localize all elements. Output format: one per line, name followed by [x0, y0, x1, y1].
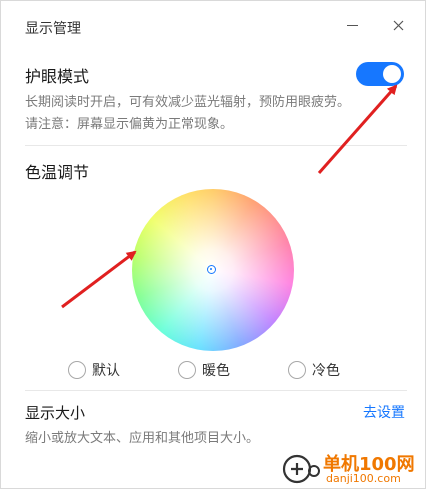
radio-label: 暖色: [202, 363, 230, 379]
minimize-icon: [346, 24, 358, 26]
radio-warm[interactable]: 暖色: [178, 360, 230, 380]
eye-mode-toggle[interactable]: [356, 62, 404, 86]
color-temp-title: 色温调节: [25, 163, 90, 182]
title-bar: 显示管理: [1, 1, 425, 53]
close-icon: [393, 20, 403, 30]
radio-circle: [288, 361, 306, 379]
radio-default[interactable]: 默认: [68, 360, 120, 380]
divider: [25, 145, 407, 146]
toggle-knob: [383, 65, 401, 83]
radio-cool[interactable]: 冷色: [288, 360, 340, 380]
minimize-button[interactable]: [340, 13, 364, 37]
eye-mode-desc-line1: 长期阅读时开启，可有效减少蓝光辐射，预防用眼疲劳。: [25, 95, 351, 110]
divider: [25, 390, 407, 391]
radio-circle: [68, 361, 86, 379]
watermark: 单机100网 danji100.com: [281, 450, 427, 490]
watermark-site: danji100.com: [326, 472, 401, 485]
eye-mode-description: 长期阅读时开启，可有效减少蓝光辐射，预防用眼疲劳。 请注意：屏幕显示偏黄为正常现…: [25, 92, 350, 136]
display-size-title: 显示大小: [25, 404, 86, 422]
display-settings-window: 显示管理 护眼模式 长期阅读时开启，可有效减少蓝光辐射，预防用眼疲劳。 请注意：…: [0, 0, 426, 489]
eye-mode-desc-line2: 请注意：屏幕显示偏黄为正常现象。: [25, 117, 234, 132]
display-size-description: 缩小或放大文本、应用和其他项目大小。: [25, 431, 260, 446]
window-title: 显示管理: [25, 21, 81, 37]
watermark-logo-icon: [282, 454, 320, 484]
color-picker-handle[interactable]: [207, 265, 216, 274]
eye-mode-title: 护眼模式: [25, 67, 90, 86]
radio-label: 冷色: [312, 363, 340, 379]
radio-circle: [178, 361, 196, 379]
go-settings-link[interactable]: 去设置: [363, 402, 405, 422]
close-button[interactable]: [386, 13, 410, 37]
radio-label: 默认: [92, 363, 120, 379]
